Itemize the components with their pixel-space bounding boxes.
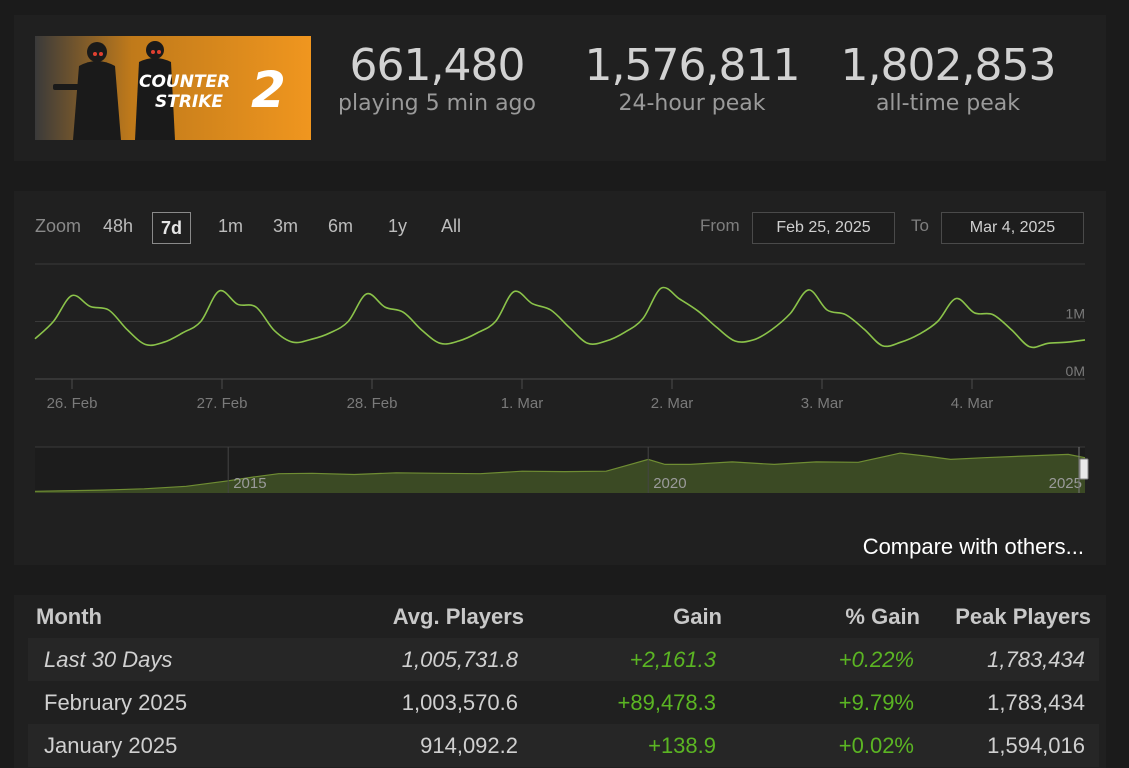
zoom-6m-button[interactable]: 6m	[328, 210, 353, 242]
all-time-peak-value: 1,802,853	[840, 40, 1057, 91]
zoom-3m-button[interactable]: 3m	[273, 210, 298, 242]
peak-24h-value: 1,576,811	[584, 40, 801, 91]
peak-24h-label: 24-hour peak	[618, 91, 766, 116]
cell-avg-players: 1,005,731.8	[274, 638, 532, 681]
table-row: Last 30 Days 1,005,731.8 +2,161.3 +0.22%…	[28, 638, 1099, 681]
cell-pct-gain: +0.22%	[730, 638, 928, 681]
zoom-7d-button[interactable]: 7d	[152, 212, 192, 244]
player-chart-panel: Zoom 48h 7d 1m 3m 6m 1y All From Feb 25,…	[14, 191, 1106, 565]
cell-peak-players: 1,783,434	[987, 689, 1085, 715]
x-tick-label: 3. Mar	[801, 395, 844, 412]
cell-avg-players: 914,092.2	[274, 724, 532, 767]
cell-peak-players: 1,594,016	[928, 724, 1099, 767]
cell-gain: +138.9	[532, 724, 730, 767]
current-players-label: playing 5 min ago	[338, 91, 536, 116]
cell-gain: +89,478.3	[617, 689, 716, 715]
compare-with-others-link[interactable]: Compare with others...	[863, 534, 1084, 560]
table-header-row: Month Avg. Players Gain % Gain Peak Play…	[28, 595, 1099, 638]
to-label: To	[911, 216, 929, 235]
player-count-line	[34, 286, 1086, 349]
banner-title-line2: STRIKE	[155, 92, 224, 112]
cell-pct-gain: +0.02%	[730, 724, 928, 767]
y-tick-label: 0M	[1066, 363, 1085, 379]
monthly-stats-panel: Month Avg. Players Gain % Gain Peak Play…	[14, 595, 1106, 768]
header-peak-players[interactable]: Peak Players	[928, 595, 1099, 638]
from-label: From	[700, 216, 740, 235]
banner-title-number: 2	[251, 61, 286, 119]
zoom-label: Zoom	[35, 216, 82, 236]
banner-title-line1: COUNTER	[139, 72, 231, 92]
cell-month: Last 30 Days	[28, 638, 274, 681]
zoom-1y-button[interactable]: 1y	[388, 210, 407, 242]
cell-month: January 2025	[28, 724, 274, 767]
x-tick-label: 27. Feb	[197, 395, 248, 412]
cell-avg-players: 1,003,570.6	[401, 689, 518, 715]
zoom-1m-button[interactable]: 1m	[218, 210, 243, 242]
navigator-range-handle	[1079, 458, 1089, 480]
zoom-48h-button[interactable]: 48h	[103, 210, 133, 242]
x-tick-label: 26. Feb	[47, 395, 98, 412]
navigator-chart[interactable]: 2015 2020 2025	[14, 441, 1106, 497]
x-tick-label: 4. Mar	[951, 395, 994, 412]
to-date-input[interactable]: Mar 4, 2025	[941, 212, 1084, 244]
from-date-input[interactable]: Feb 25, 2025	[752, 212, 895, 244]
navigator-year-label: 2015	[233, 475, 266, 492]
header-pct-gain[interactable]: % Gain	[730, 595, 928, 638]
navigator-year-label: 2025	[1049, 475, 1082, 492]
game-banner-image[interactable]: COUNTER STRIKE 2	[35, 36, 311, 140]
y-tick-label: 1M	[1066, 306, 1085, 322]
x-tick-label: 28. Feb	[347, 395, 398, 412]
zoom-all-button[interactable]: All	[441, 210, 461, 242]
x-tick-label: 2. Mar	[651, 395, 694, 412]
header-month[interactable]: Month	[28, 595, 274, 638]
stats-header: COUNTER STRIKE 2 661,480 playing 5 min a…	[14, 15, 1106, 161]
header-avg-players[interactable]: Avg. Players	[274, 595, 532, 638]
x-tick-label: 1. Mar	[501, 395, 544, 412]
cell-gain: +2,161.3	[532, 638, 730, 681]
current-players-stat: 661,480 playing 5 min ago	[326, 39, 548, 117]
current-players-value: 661,480	[349, 40, 526, 91]
monthly-stats-table: Month Avg. Players Gain % Gain Peak Play…	[28, 595, 1099, 767]
table-row: February 2025 1,003,570.6 +89,478.3 +9.7…	[28, 681, 1099, 724]
table-row: January 2025 914,092.2 +138.9 +0.02% 1,5…	[28, 724, 1099, 767]
header-gain[interactable]: Gain	[532, 595, 730, 638]
cell-pct-gain: +9.79%	[838, 689, 914, 715]
main-player-chart[interactable]: 0M 1M 26. Feb 27. Feb 28. Feb 1. Mar 2. Mar 3. …	[14, 251, 1106, 421]
all-time-peak-stat: 1,802,853 all-time peak	[826, 39, 1070, 117]
all-time-peak-label: all-time peak	[875, 91, 1021, 116]
cell-peak-players: 1,783,434	[928, 638, 1099, 681]
peak-24h-stat: 1,576,811 24-hour peak	[580, 39, 804, 117]
cell-month: February 2025	[44, 689, 188, 715]
navigator-year-label: 2020	[653, 475, 686, 492]
